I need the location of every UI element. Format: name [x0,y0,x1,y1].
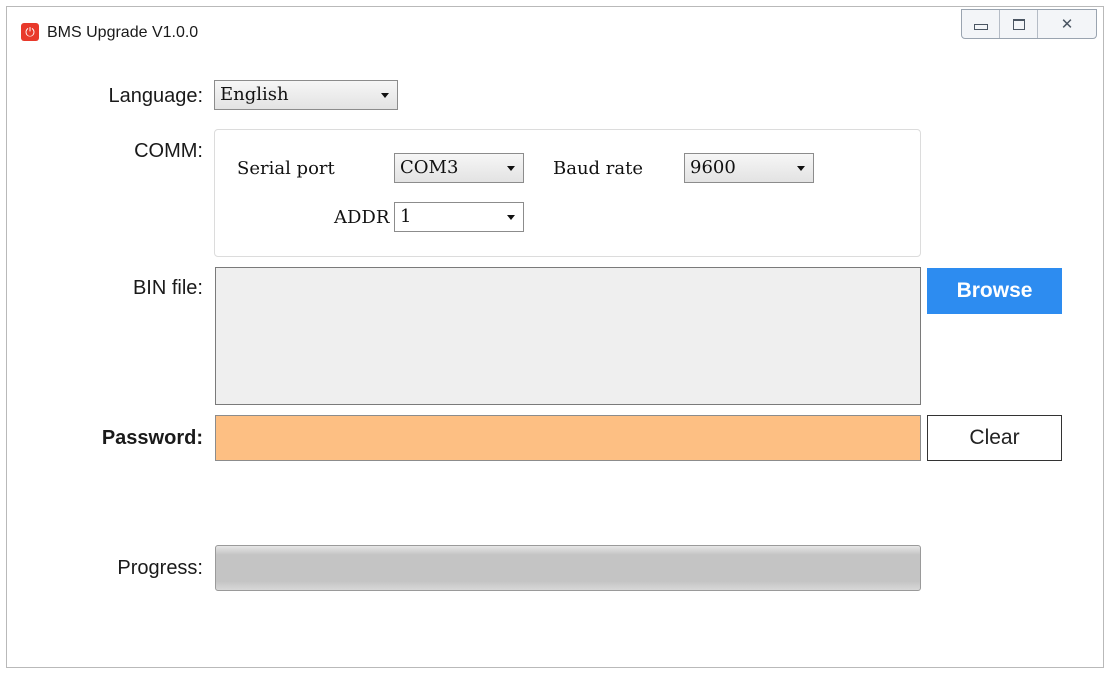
chevron-down-icon [507,166,515,171]
browse-button[interactable]: Browse [927,268,1062,314]
chevron-down-icon [797,166,805,171]
password-input[interactable] [215,415,921,461]
maximize-button[interactable] [1000,10,1038,38]
minimize-icon [973,24,988,30]
progress-bar [215,545,921,591]
maximize-icon [1012,18,1025,30]
bin-file-textarea[interactable] [215,267,921,405]
clear-button[interactable]: Clear [927,415,1062,461]
progress-label: Progress: [117,557,203,579]
addr-select[interactable]: 1 [394,202,524,232]
language-select-value: English [220,84,289,105]
close-icon: ✕ [1060,16,1074,33]
language-select[interactable]: English [214,80,398,110]
baud-rate-select[interactable]: 9600 [684,153,814,183]
baud-rate-value: 9600 [690,157,736,178]
addr-label: ADDR [334,207,390,228]
chevron-down-icon [507,215,515,220]
comm-group [214,129,921,257]
title-bar: ⏻ BMS Upgrade V1.0.0 ✕ [7,7,1103,49]
language-label: Language: [108,85,203,107]
serial-port-label: Serial port [237,158,335,179]
serial-port-select[interactable]: COM3 [394,153,524,183]
addr-value: 1 [400,206,412,227]
password-label: Password: [101,427,203,449]
close-button[interactable]: ✕ [1038,10,1096,38]
serial-port-value: COM3 [400,157,459,178]
app-window: ⏻ BMS Upgrade V1.0.0 ✕ Language: English… [6,6,1104,668]
bin-file-label: BIN file: [132,277,203,299]
app-logo-icon: ⏻ [21,23,39,41]
baud-rate-label: Baud rate [553,158,644,179]
window-controls: ✕ [961,9,1097,39]
chevron-down-icon [381,93,389,98]
comm-label: COMM: [134,140,203,162]
window-title: BMS Upgrade V1.0.0 [47,24,199,41]
minimize-button[interactable] [962,10,1000,38]
